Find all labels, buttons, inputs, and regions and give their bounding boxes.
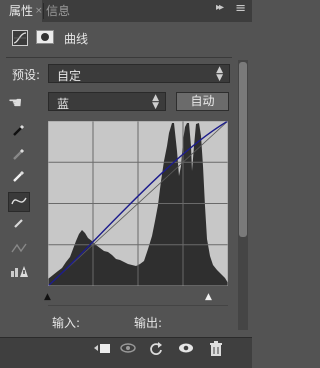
white-point-eyedropper-icon[interactable] <box>8 169 30 189</box>
tab-divider <box>43 3 44 19</box>
updown-arrow-icon: ▲ ▼ <box>152 93 159 111</box>
black-point-eyedropper-icon[interactable] <box>8 123 30 143</box>
channel-value: 蓝 <box>57 97 70 111</box>
panel-menu-icon[interactable]: ≡ <box>235 1 246 16</box>
curves-graph[interactable] <box>48 121 228 286</box>
black-input-slider[interactable]: ▲ <box>44 292 51 302</box>
gray-point-eyedropper-icon[interactable] <box>8 147 30 167</box>
updown-arrow-icon: ▲ ▼ <box>216 65 223 83</box>
preset-value: 自定 <box>57 69 82 83</box>
draw-pencil-icon[interactable] <box>8 216 30 236</box>
scrollbar-thumb[interactable] <box>239 62 247 237</box>
smooth-curve-icon <box>8 240 30 260</box>
input-range-line <box>48 305 228 306</box>
auto-button[interactable]: 自动 <box>176 92 229 111</box>
clip-to-layer-icon[interactable] <box>92 341 112 361</box>
preset-dropdown[interactable]: 自定 ▲ ▼ <box>48 64 230 83</box>
panel-title: 曲线 <box>64 32 89 46</box>
preset-label: 预设: <box>12 68 41 82</box>
reset-icon[interactable] <box>146 341 166 361</box>
tab-info[interactable]: 信息 <box>46 0 70 22</box>
clipping-warning-icon[interactable] <box>8 264 30 284</box>
visibility-eye-icon[interactable] <box>176 341 196 361</box>
output-label: 输出: <box>134 316 163 330</box>
targeted-adjust-hand-icon[interactable]: ☚ <box>8 93 22 112</box>
white-input-slider[interactable]: ▲ <box>205 292 212 302</box>
view-previous-state-icon[interactable] <box>118 341 138 361</box>
channel-dropdown[interactable]: 蓝 ▲ ▼ <box>48 92 166 111</box>
collapse-panel-icon[interactable]: ▸▸ <box>216 2 224 13</box>
layer-mask-icon[interactable] <box>36 30 54 44</box>
trash-icon[interactable] <box>206 341 226 361</box>
edit-curve-points-icon[interactable] <box>8 192 30 212</box>
panel-tab-strip: 属性 × 信息 ▸▸ ≡ <box>0 0 252 22</box>
header-divider <box>6 57 232 58</box>
curves-adjustment-icon[interactable] <box>12 30 28 46</box>
input-label: 输入: <box>52 316 81 330</box>
